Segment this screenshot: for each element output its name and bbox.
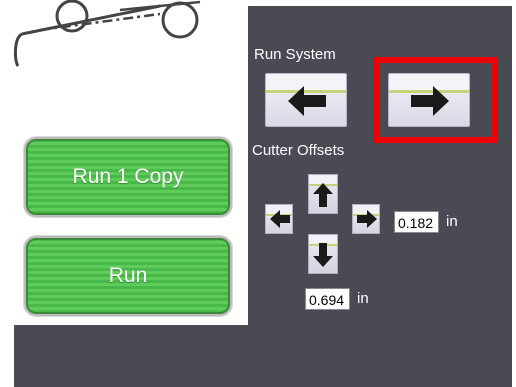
work-area: Run 1 Copy Run <box>0 0 248 325</box>
arrow-left-icon <box>288 86 326 116</box>
y-offset-unit: in <box>357 290 369 307</box>
offset-right-button[interactable] <box>352 204 380 234</box>
run-1-copy-button[interactable]: Run 1 Copy <box>24 137 232 217</box>
arrow-down-icon <box>313 243 333 267</box>
offset-up-button[interactable] <box>308 174 338 214</box>
cutter-offsets-heading: Cutter Offsets <box>252 142 345 159</box>
highlight-box <box>373 57 498 143</box>
arrow-left-icon <box>270 210 290 228</box>
cutter-control-screen: Run 1 Copy Run Run System Cutter Offsets <box>0 0 516 387</box>
run-system-back-button[interactable] <box>265 73 347 127</box>
x-offset-unit: in <box>446 213 458 230</box>
run-system-heading: Run System <box>254 46 336 63</box>
material-path-diagram <box>13 0 201 67</box>
offset-left-button[interactable] <box>265 204 293 234</box>
run-button[interactable]: Run <box>24 236 232 316</box>
bottom-bar <box>14 325 512 387</box>
arrow-up-icon <box>313 183 333 207</box>
run-label: Run <box>108 264 148 287</box>
run-1-copy-label: Run 1 Copy <box>72 165 184 188</box>
offset-down-button[interactable] <box>308 234 338 274</box>
x-offset-field[interactable]: 0.182 <box>394 211 439 233</box>
y-offset-field[interactable]: 0.694 <box>305 288 350 310</box>
arrow-right-icon <box>357 210 377 228</box>
